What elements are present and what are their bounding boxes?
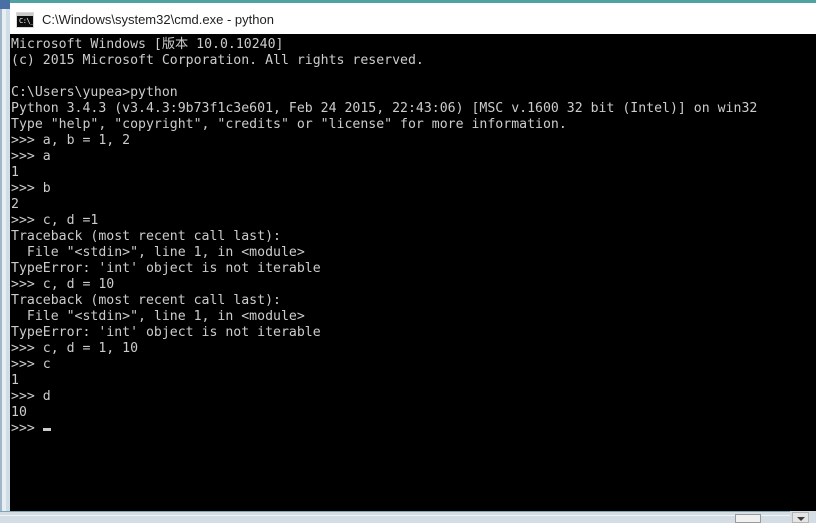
- bottom-strip-divider-inner: [0, 515, 790, 516]
- console-line: >>> a, b = 1, 2: [11, 133, 131, 148]
- scroll-down-arrow-icon[interactable]: [792, 512, 809, 523]
- cmd-icon-prompt-glyph: C:\_: [19, 16, 34, 25]
- console-line: Python 3.4.3 (v3.4.3:9b73f1c3e601, Feb 2…: [11, 101, 758, 116]
- prompt-text: >>>: [11, 421, 43, 436]
- console-line: 1: [11, 165, 19, 180]
- background-window-titlebar-sliver: [0, 0, 10, 9]
- window-title-text: C:\Windows\system32\cmd.exe - python: [42, 12, 274, 27]
- background-window-left-edge: [0, 0, 10, 511]
- bottom-strip-divider-top: [0, 511, 790, 512]
- console-line: 1: [11, 373, 19, 388]
- console-line: 2: [11, 197, 19, 212]
- background-scroll-thumb[interactable]: [735, 514, 761, 523]
- console-line: Traceback (most recent call last):: [11, 229, 281, 244]
- console-line: >>> c, d = 10: [11, 277, 115, 292]
- text-cursor: [42, 428, 51, 431]
- console-line: Type "help", "copyright", "credits" or "…: [11, 117, 567, 132]
- console-line: >>> c, d = 1, 10: [11, 341, 139, 356]
- desktop-screen: C:\_ C:\Windows\system32\cmd.exe - pytho…: [0, 0, 816, 523]
- window-title-bar[interactable]: C:\_ C:\Windows\system32\cmd.exe - pytho…: [10, 0, 816, 34]
- console-line: >>> a: [11, 149, 51, 164]
- cmd-console-window: C:\_ C:\Windows\system32\cmd.exe - pytho…: [10, 0, 816, 511]
- console-line: File "<stdin>", line 1, in <module>: [11, 309, 305, 324]
- console-line: >>> c: [11, 357, 51, 372]
- console-line: TypeError: 'int' object is not iterable: [11, 325, 321, 340]
- console-line: >>> d: [11, 389, 51, 404]
- console-line: Traceback (most recent call last):: [11, 293, 281, 308]
- console-line: TypeError: 'int' object is not iterable: [11, 261, 321, 276]
- console-line: C:\Users\yupea>python: [11, 85, 178, 100]
- background-window-bottom-strip: [0, 511, 816, 523]
- cmd-console-icon: C:\_: [16, 11, 34, 28]
- console-line: File "<stdin>", line 1, in <module>: [11, 245, 305, 260]
- cmd-icon-titlebar-stripe: [17, 12, 33, 16]
- console-output-area[interactable]: Microsoft Windows [版本 10.0.10240] (c) 201…: [10, 34, 816, 511]
- console-line-list: Microsoft Windows [版本 10.0.10240] (c) 201…: [11, 37, 816, 421]
- console-line: Microsoft Windows [版本 10.0.10240]: [11, 37, 284, 52]
- console-line: (c) 2015 Microsoft Corporation. All righ…: [11, 53, 424, 68]
- console-line: >>> c, d =1: [11, 213, 99, 228]
- console-prompt-line: >>>: [11, 421, 816, 437]
- console-line: 10: [11, 405, 27, 420]
- console-line: >>> b: [11, 181, 51, 196]
